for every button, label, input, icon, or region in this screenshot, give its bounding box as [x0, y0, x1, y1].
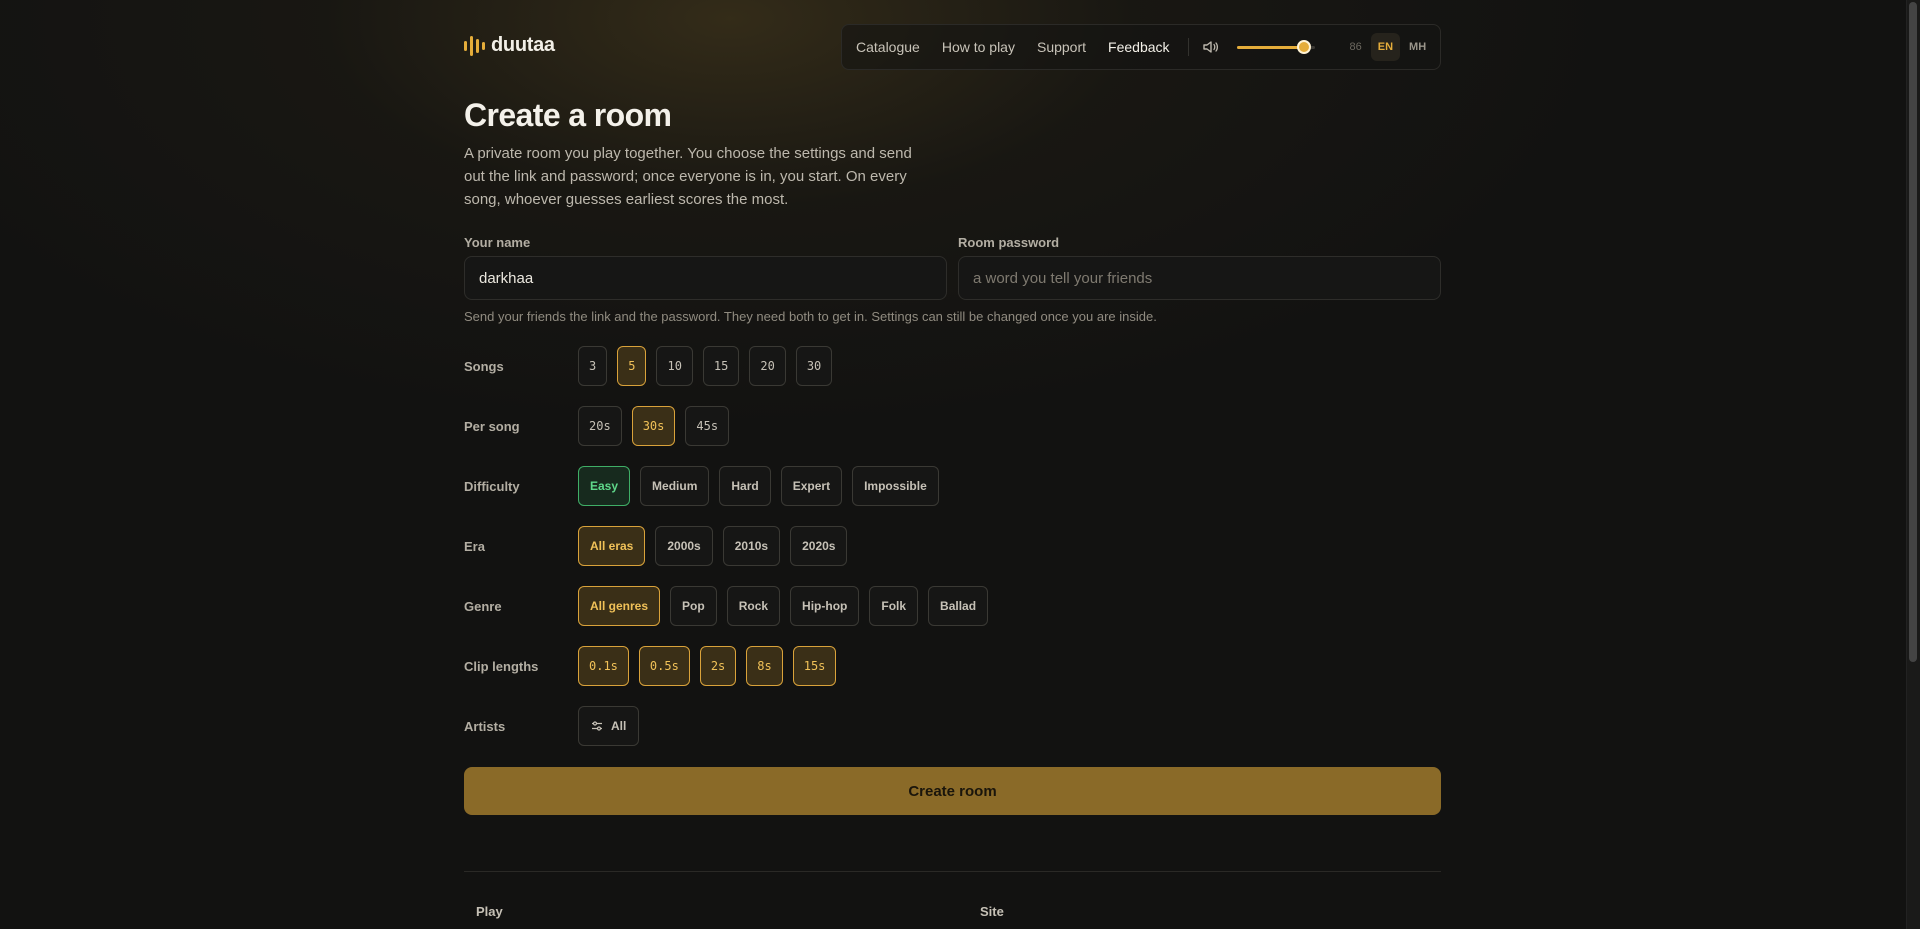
difficulty-option[interactable]: Impossible	[852, 466, 939, 506]
per-song-option[interactable]: 20s	[578, 406, 622, 446]
songs-option[interactable]: 3	[578, 346, 608, 386]
clip-lengths-option[interactable]: 0.1s	[578, 646, 629, 686]
lang-mh-button[interactable]: MH	[1402, 33, 1433, 61]
songs-options: 3 5 10 15 20 30	[578, 346, 833, 386]
artists-filter-label: All	[611, 719, 627, 733]
songs-option[interactable]: 30	[795, 346, 833, 386]
era-option[interactable]: 2000s	[655, 526, 713, 566]
per-song-label: Per song	[464, 419, 520, 434]
lang-en-button[interactable]: EN	[1370, 33, 1401, 61]
sliders-icon	[592, 721, 602, 731]
difficulty-option[interactable]: Hard	[719, 466, 771, 506]
password-input[interactable]	[958, 256, 1441, 300]
form-hint: Send your friends the link and the passw…	[464, 309, 1157, 324]
genre-option[interactable]: Rock	[726, 586, 781, 626]
per-song-option[interactable]: 30s	[631, 406, 676, 446]
era-option[interactable]: All eras	[578, 526, 646, 566]
top-nav: Catalogue How to play Support Feedback 8…	[841, 24, 1441, 70]
nav-divider	[1187, 38, 1189, 56]
volume-fill	[1236, 46, 1304, 49]
genre-option[interactable]: All genres	[578, 586, 661, 626]
genre-label: Genre	[464, 599, 502, 614]
nav-how-to-play[interactable]: How to play	[942, 39, 1015, 55]
name-input[interactable]	[464, 256, 947, 300]
clip-lengths-label: Clip lengths	[464, 659, 539, 674]
songs-option[interactable]: 5	[617, 346, 647, 386]
scrollbar-thumb[interactable]	[1909, 2, 1917, 662]
genre-options: All genres Pop Rock Hip-hop Folk Ballad	[578, 586, 989, 626]
artists-label: Artists	[464, 719, 506, 734]
genre-option[interactable]: Pop	[670, 586, 717, 626]
difficulty-option[interactable]: Expert	[780, 466, 843, 506]
clip-lengths-option[interactable]: 0.5s	[638, 646, 690, 686]
era-option[interactable]: 2010s	[722, 526, 781, 566]
per-song-option[interactable]: 45s	[685, 406, 730, 446]
footer-site-heading: Site	[980, 904, 1004, 919]
clip-lengths-option[interactable]: 8s	[746, 646, 783, 686]
password-label: Room password	[958, 235, 1060, 250]
page-scrollbar[interactable]	[1906, 0, 1920, 929]
volume-knob[interactable]	[1296, 40, 1311, 54]
brand-logo[interactable]: duutaa	[464, 34, 555, 57]
difficulty-option[interactable]: Medium	[640, 466, 710, 506]
difficulty-option[interactable]: Easy	[578, 466, 631, 506]
era-option[interactable]: 2020s	[790, 526, 848, 566]
era-label: Era	[464, 539, 485, 554]
name-label: Your name	[464, 235, 531, 250]
volume-slider[interactable]	[1236, 39, 1315, 55]
volume-value: 86	[1349, 41, 1362, 53]
create-room-button[interactable]: Create room	[464, 767, 1441, 815]
difficulty-label: Difficulty	[464, 479, 520, 494]
songs-label: Songs	[464, 359, 504, 374]
footer-divider	[464, 871, 1441, 872]
songs-option[interactable]: 10	[656, 346, 693, 386]
genre-option[interactable]: Folk	[869, 586, 919, 626]
difficulty-options: Easy Medium Hard Expert Impossible	[578, 466, 939, 506]
nav-feedback[interactable]: Feedback	[1108, 39, 1169, 55]
page-title: Create a room	[464, 97, 672, 133]
nav-catalogue[interactable]: Catalogue	[856, 39, 920, 55]
genre-option[interactable]: Ballad	[928, 586, 989, 626]
page-intro: A private room you play together. You ch…	[464, 145, 912, 208]
clip-lengths-option[interactable]: 2s	[699, 646, 737, 686]
speaker-icon[interactable]	[1202, 39, 1219, 55]
clip-lengths-option[interactable]: 15s	[792, 646, 837, 686]
songs-option[interactable]: 15	[702, 346, 740, 386]
header: duutaa Catalogue How to play Support Fee…	[464, 24, 1441, 70]
era-options: All eras 2000s 2010s 2020s	[578, 526, 848, 566]
nav-support[interactable]: Support	[1037, 39, 1086, 55]
per-song-options: 20s 30s 45s	[578, 406, 730, 446]
songs-option[interactable]: 20	[749, 346, 786, 386]
footer-play-heading: Play	[476, 904, 503, 919]
artists-filter-button[interactable]: All	[578, 706, 640, 746]
artists-options: All	[578, 706, 640, 746]
clip-lengths-options: 0.1s 0.5s 2s 8s 15s	[578, 646, 837, 686]
brand-name: duutaa	[491, 34, 555, 56]
genre-option[interactable]: Hip-hop	[790, 586, 860, 626]
equalizer-icon	[464, 35, 485, 57]
